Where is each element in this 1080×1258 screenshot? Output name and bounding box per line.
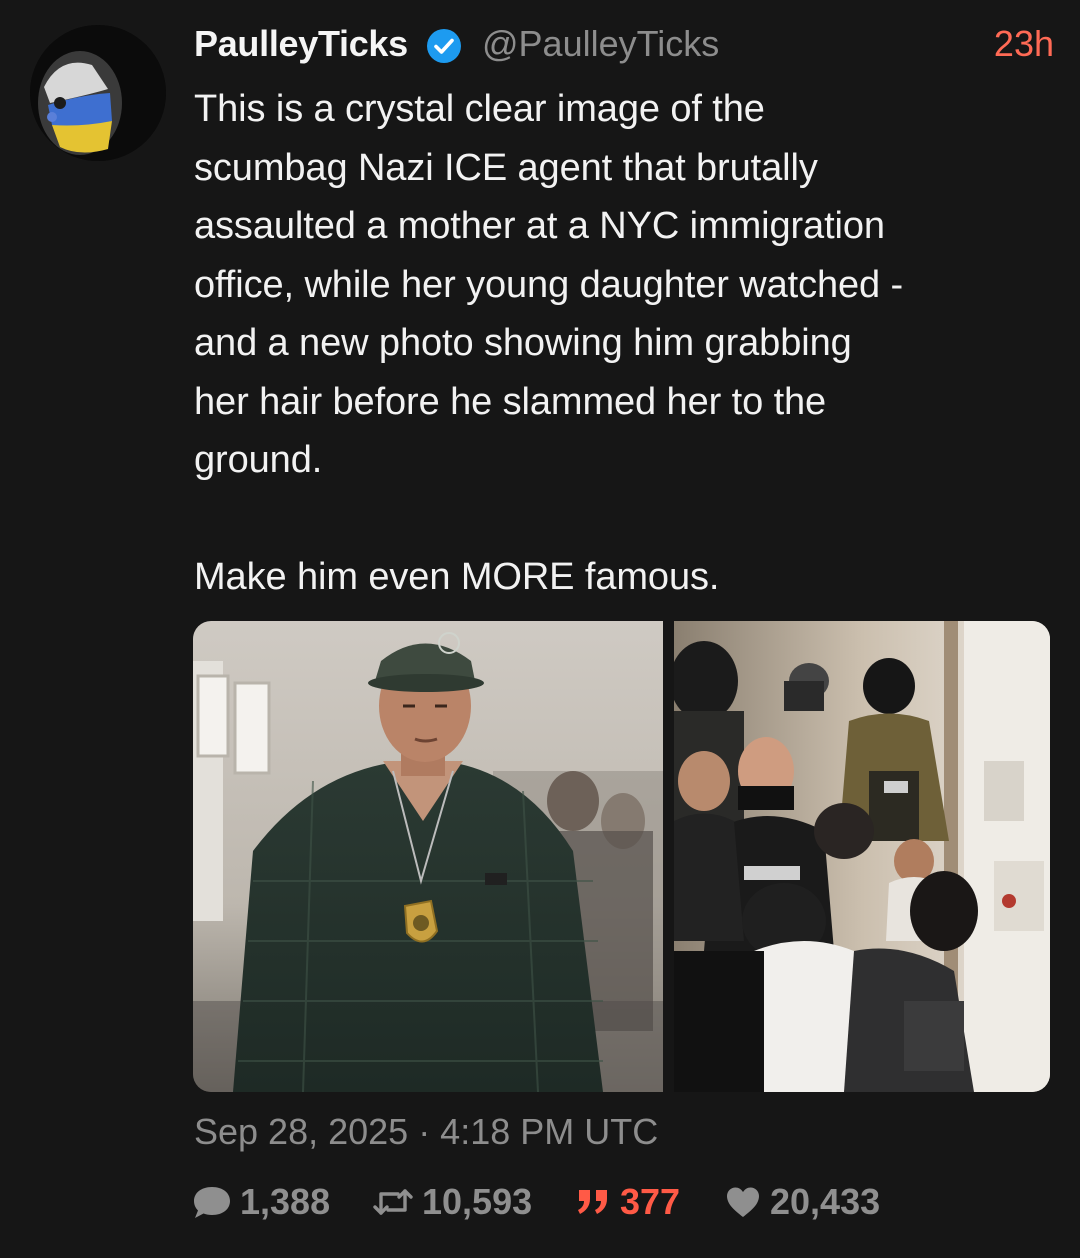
quotes-stat[interactable]: 377 [576, 1178, 680, 1226]
post-body-text: This is a crystal clear image of the scu… [194, 88, 904, 598]
avatar[interactable] [30, 25, 166, 161]
post: PaulleyTicks @PaulleyTicks 23h This is a… [0, 0, 1080, 1258]
speech-bubble-icon [194, 1187, 230, 1218]
media-image-portrait[interactable] [193, 621, 663, 1092]
reposts-stat[interactable]: 10,593 [372, 1178, 532, 1226]
replies-count: 1,388 [240, 1181, 331, 1222]
relative-timestamp[interactable]: 23h [994, 22, 1054, 66]
user-handle[interactable]: @PaulleyTicks [482, 22, 719, 66]
quote-marks-icon [578, 1190, 607, 1214]
quotes-count: 377 [620, 1181, 681, 1222]
display-name[interactable]: PaulleyTicks [194, 22, 408, 66]
repost-arrows-icon [373, 1189, 413, 1215]
post-datetime[interactable]: Sep 28, 2025 · 4:18 PM UTC [194, 1110, 658, 1154]
likes-count: 20,433 [770, 1181, 881, 1222]
media-grid [193, 621, 1050, 1092]
reposts-count: 10,593 [422, 1181, 533, 1222]
likes-stat[interactable]: 20,433 [724, 1178, 880, 1226]
verified-badge-icon [427, 29, 461, 63]
media-image-hallway[interactable] [674, 621, 1050, 1092]
replies-stat[interactable]: 1,388 [192, 1178, 330, 1226]
heart-icon [727, 1187, 759, 1217]
post-header: PaulleyTicks @PaulleyTicks 23h [194, 18, 1054, 70]
engagement-bar: 1,388 10,593 377 20,433 [192, 1178, 1052, 1226]
avatar-image [30, 25, 166, 161]
